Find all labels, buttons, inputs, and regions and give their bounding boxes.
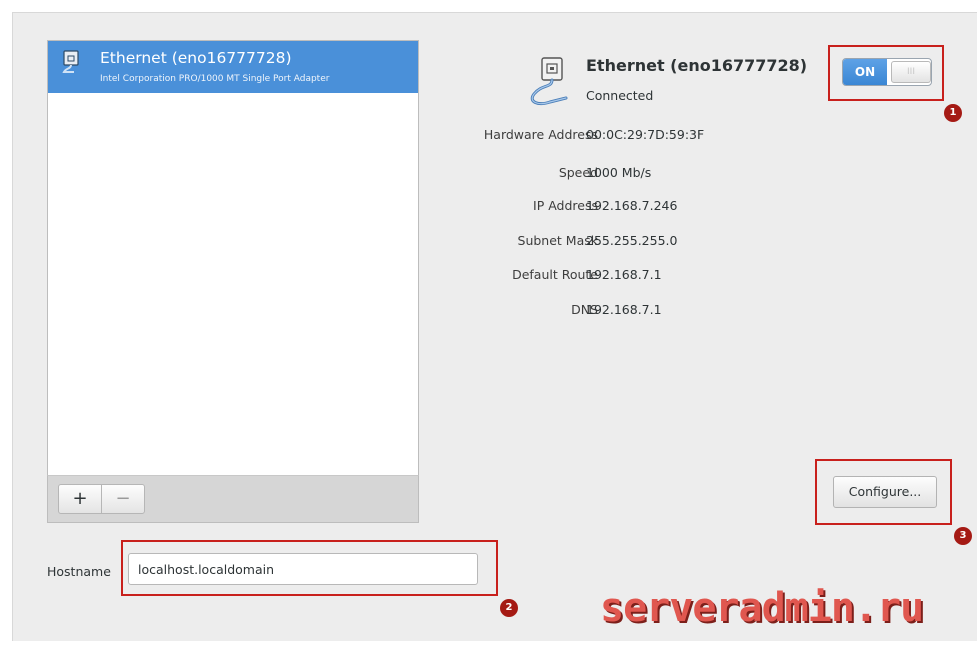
ethernet-icon [60, 50, 82, 74]
add-connection-button[interactable]: + [58, 484, 102, 514]
property-value: 192.168.7.1 [586, 302, 662, 317]
device-description: Intel Corporation PRO/1000 MT Single Por… [100, 74, 330, 84]
connection-title: Ethernet (eno16777728) [586, 56, 808, 75]
property-hardware-address: Hardware Address 00:0C:29:7D:59:3F [420, 127, 820, 145]
device-list-toolbar: + − [47, 475, 419, 523]
annotation-box-toggle [828, 45, 944, 101]
property-value: 192.168.7.1 [586, 267, 662, 282]
watermark: serveradmin.ru [600, 585, 924, 631]
property-value: 1000 Mb/s [586, 165, 652, 180]
plus-icon: + [72, 488, 88, 509]
device-item-ethernet[interactable]: Ethernet (eno16777728) Intel Corporation… [48, 41, 418, 93]
remove-connection-button[interactable]: − [101, 484, 145, 514]
property-subnet-mask: Subnet Mask 255.255.255.0 [420, 233, 820, 251]
property-label: Hardware Address [483, 127, 598, 142]
device-list: Ethernet (eno16777728) Intel Corporation… [47, 40, 419, 476]
ethernet-large-icon [520, 54, 580, 114]
device-name: Ethernet (eno16777728) [100, 49, 292, 67]
annotation-badge-1: 1 [944, 104, 962, 122]
property-speed: Speed 1000 Mb/s [420, 165, 820, 183]
property-value: 255.255.255.0 [586, 233, 678, 248]
hostname-label: Hostname [47, 564, 111, 579]
annotation-box-hostname [121, 540, 498, 596]
property-ip-address: IP Address 192.168.7.246 [420, 198, 820, 216]
property-dns: DNS 192.168.7.1 [420, 302, 820, 320]
property-value: 00:0C:29:7D:59:3F [586, 127, 705, 142]
connection-status: Connected [586, 88, 654, 103]
annotation-badge-3: 3 [954, 527, 972, 545]
property-default-route: Default Route 192.168.7.1 [420, 267, 820, 285]
annotation-box-configure [815, 459, 952, 525]
annotation-badge-2: 2 [500, 599, 518, 617]
minus-icon: − [115, 488, 131, 509]
property-value: 192.168.7.246 [586, 198, 678, 213]
